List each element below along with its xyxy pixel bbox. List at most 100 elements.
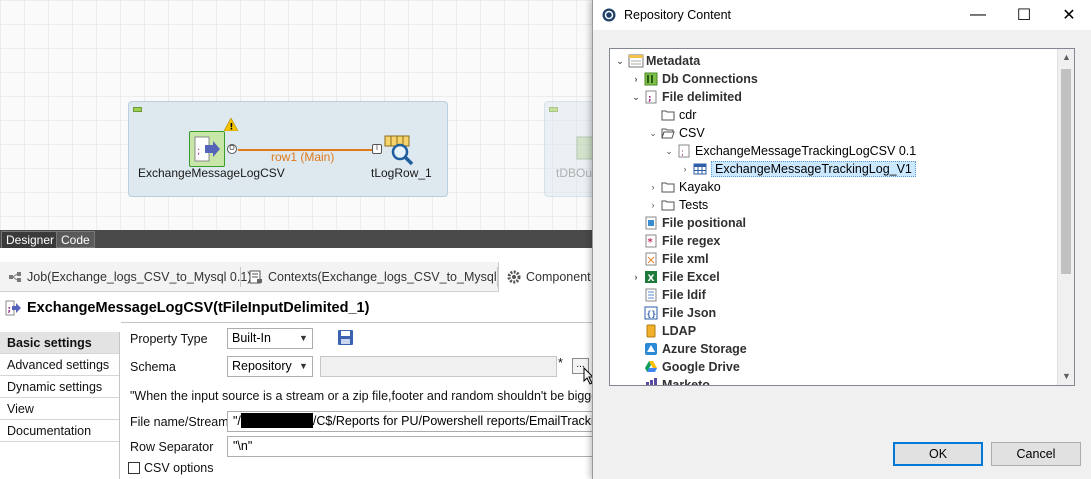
redacted-block	[240, 413, 313, 428]
chevron-down-icon: ▼	[299, 361, 308, 371]
folder-icon	[661, 198, 675, 212]
svg-text:;: ;	[197, 146, 200, 157]
tree-item-kayako[interactable]: › Kayako	[647, 178, 721, 196]
job-designer-canvas[interactable]: ; ! O row1 (Main) I ExchangeMessageLogCS…	[0, 0, 600, 230]
output-connector-icon[interactable]: O	[227, 144, 237, 154]
nav-basic-settings[interactable]: Basic settings	[0, 332, 119, 354]
file-delimited-icon: ;	[677, 144, 691, 158]
tree-label: File Json	[662, 306, 717, 320]
tree-vertical-scrollbar[interactable]: ▲ ▼	[1057, 49, 1074, 385]
maximize-button[interactable]: ☐	[1001, 0, 1047, 30]
view-tabs: Job(Exchange_logs_CSV_to_Mysql 0.1) Cont…	[0, 262, 600, 292]
svg-text:;: ;	[648, 94, 652, 104]
nav-dynamic-settings[interactable]: Dynamic settings	[0, 376, 119, 398]
scroll-down-icon[interactable]: ▼	[1058, 368, 1074, 385]
save-icon[interactable]	[337, 329, 354, 346]
tree-item-marketo[interactable]: Marketo	[630, 376, 710, 385]
tab-component[interactable]: Component	[498, 262, 600, 292]
schema-required-asterisk: *	[558, 356, 563, 370]
tree-item-exchange-schema[interactable]: › ExchangeMessageTrackingLog_V1	[679, 160, 916, 178]
chevron-down-icon[interactable]: ⌄	[614, 56, 626, 67]
schema-type-select[interactable]: Repository ▼	[227, 356, 313, 377]
chevron-down-icon[interactable]: ⌄	[630, 92, 642, 103]
subjob-collapse-toggle-2[interactable]	[549, 107, 558, 112]
tab-job[interactable]: Job(Exchange_logs_CSV_to_Mysql 0.1)	[0, 262, 259, 292]
tree-label: File positional	[662, 216, 747, 230]
file-xml-icon	[644, 252, 658, 266]
tree-item-file-regex[interactable]: * File regex	[630, 232, 720, 250]
svg-text:;: ;	[681, 148, 684, 158]
chevron-right-icon[interactable]: ›	[679, 164, 691, 174]
tree-item-google-drive[interactable]: Google Drive	[630, 358, 740, 376]
log-row-icon[interactable]	[383, 134, 415, 166]
nav-documentation[interactable]: Documentation	[0, 420, 119, 442]
tree-item-file-ldif[interactable]: File ldif	[630, 286, 706, 304]
file-name-input[interactable]: "/ /C$/Reports for PU/Powershell reports/…	[227, 411, 600, 432]
schema-repository-field[interactable]	[320, 356, 557, 377]
designer-code-tabstrip: Designer Code	[0, 230, 600, 248]
svg-text:X: X	[648, 274, 655, 284]
tree-item-file-excel[interactable]: › X File Excel	[630, 268, 720, 286]
subjob-collapse-toggle[interactable]	[133, 107, 142, 112]
schema-type-value: Repository	[232, 359, 292, 373]
repository-tree[interactable]: ⌄ Metadata › Db Connections ⌄ ; File del…	[609, 48, 1075, 386]
tab-designer[interactable]: Designer	[1, 231, 60, 248]
folder-open-icon	[661, 126, 675, 140]
nav-view[interactable]: View	[0, 398, 119, 420]
tree-label: File delimited	[662, 90, 742, 104]
close-button[interactable]: ✕	[1046, 0, 1091, 30]
chevron-right-icon[interactable]: ›	[630, 272, 642, 282]
nav-advanced-settings[interactable]: Advanced settings	[0, 354, 119, 376]
flow-connection-label[interactable]: row1 (Main)	[271, 150, 334, 164]
tree-item-file-delimited[interactable]: ⌄ ; File delimited	[630, 88, 742, 106]
cancel-button[interactable]: Cancel	[991, 442, 1081, 466]
chevron-right-icon[interactable]: ›	[647, 200, 659, 210]
tree-item-ldap[interactable]: LDAP	[630, 322, 696, 340]
tree-label: ExchangeMessageTrackingLog_V1	[711, 161, 916, 177]
chevron-down-icon: ▼	[299, 333, 308, 343]
dialog-titlebar[interactable]: Repository Content — ☐ ✕	[593, 0, 1091, 30]
azure-storage-icon	[644, 342, 658, 356]
tree-item-db-connections[interactable]: › Db Connections	[630, 70, 758, 88]
tree-item-cdr[interactable]: cdr	[647, 106, 696, 124]
tree-label: Google Drive	[662, 360, 740, 374]
chevron-down-icon[interactable]: ⌄	[647, 128, 659, 139]
file-name-suffix: /C$/Reports for PU/Powershell reports/Em…	[312, 414, 600, 428]
tree-item-file-positional[interactable]: File positional	[630, 214, 746, 232]
tree-label: File Excel	[662, 270, 720, 284]
tree-item-exchange-csv[interactable]: ⌄ ; ExchangeMessageTrackingLogCSV 0.1	[663, 142, 916, 160]
tree-item-metadata[interactable]: ⌄ Metadata	[614, 52, 700, 70]
marketo-icon	[644, 378, 658, 385]
property-type-select[interactable]: Built-In ▼	[227, 328, 313, 349]
tree-item-csv[interactable]: ⌄ CSV	[647, 124, 704, 142]
chevron-down-icon[interactable]: ⌄	[663, 146, 675, 157]
tree-label: Kayako	[679, 180, 721, 194]
tree-item-tests[interactable]: › Tests	[647, 196, 709, 214]
tree-item-file-json[interactable]: {} File Json	[630, 304, 716, 322]
property-type-value: Built-In	[232, 331, 271, 345]
tree-item-file-xml[interactable]: File xml	[630, 250, 709, 268]
input-component-label[interactable]: ExchangeMessageLogCSV	[138, 166, 285, 180]
ok-button[interactable]: OK	[893, 442, 983, 466]
tab-component-label: Component	[526, 270, 591, 284]
tree-label: Tests	[679, 198, 709, 212]
row-separator-input[interactable]: "\n"	[227, 436, 600, 457]
output-component-label[interactable]: tLogRow_1	[371, 166, 432, 180]
minimize-button[interactable]: —	[955, 0, 1001, 30]
tab-contexts[interactable]: Contexts(Exchange_logs_CSV_to_Mysql)	[241, 262, 509, 292]
faded-component-label[interactable]: tDBOu	[556, 166, 592, 180]
chevron-right-icon[interactable]: ›	[630, 74, 642, 84]
svg-text:!: !	[229, 123, 233, 132]
file-input-delimited-icon[interactable]: ;	[189, 131, 225, 167]
scroll-up-icon[interactable]: ▲	[1058, 49, 1074, 66]
warning-icon: !	[223, 117, 239, 133]
tab-code[interactable]: Code	[56, 231, 95, 248]
tree-item-azure-storage[interactable]: Azure Storage	[630, 340, 747, 358]
input-connector-icon[interactable]: I	[372, 144, 382, 154]
csv-options-label: CSV options	[144, 461, 214, 475]
csv-options-checkbox[interactable]	[128, 462, 140, 474]
scrollbar-thumb[interactable]	[1061, 69, 1071, 274]
chevron-right-icon[interactable]: ›	[647, 182, 659, 192]
job-icon	[8, 270, 22, 284]
talend-logo-icon	[602, 8, 616, 22]
